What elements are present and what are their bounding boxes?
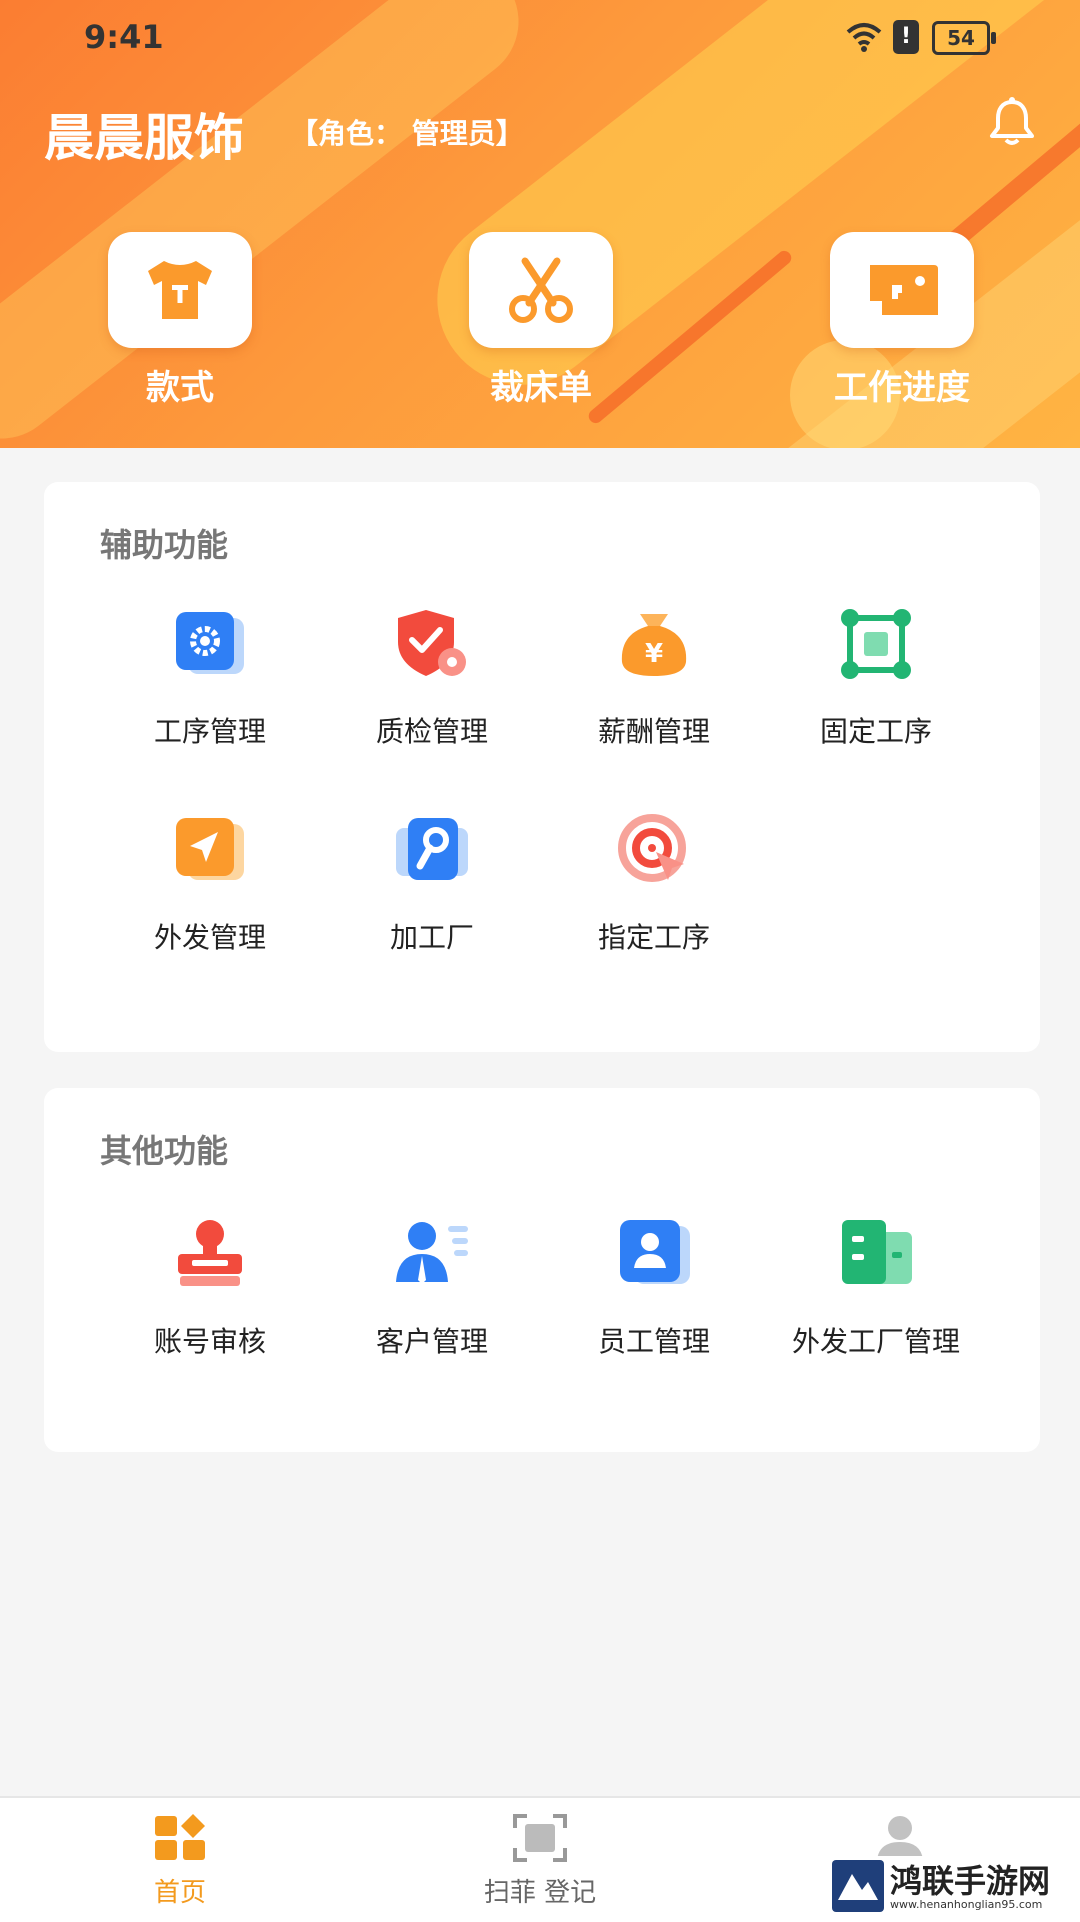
item-label: 账号审核: [153, 1325, 266, 1358]
item-label: 工序管理: [153, 715, 266, 748]
section-title: 辅助功能: [100, 526, 229, 564]
home-grid-icon: [155, 1814, 205, 1860]
section-title: 其他功能: [100, 1132, 229, 1170]
watermark-url: www.henanhonglian95.com: [890, 1898, 1043, 1911]
item-label: 质检管理: [375, 715, 488, 748]
grid-item-outsource-mgmt[interactable]: 外发管理: [100, 810, 320, 956]
item-label: 外发管理: [153, 921, 266, 954]
item-label: 固定工序: [819, 715, 932, 748]
shortcut-label: 款式: [146, 368, 214, 408]
header-banner: 9:41 ! 54 晨晨服饰 【角色： 管理员】 款式 裁床单 工作进度: [0, 0, 1080, 448]
role-label: 【角色： 管理员】: [290, 117, 524, 150]
nodes-icon: [841, 609, 911, 679]
watermark: 鸿联手游网 www.henanhonglian95.com: [832, 1856, 1076, 1916]
item-label: 外发工厂管理: [791, 1325, 960, 1358]
item-label: 指定工序: [597, 921, 710, 954]
item-label: 加工厂: [389, 921, 474, 954]
bell-icon[interactable]: [984, 94, 1040, 150]
svg-text:¥: ¥: [645, 639, 663, 669]
money-bag-icon: ¥: [621, 614, 687, 676]
grid-item-outsource-factory-mgmt[interactable]: 外发工厂管理: [766, 1214, 986, 1360]
grid-item-account-review[interactable]: 账号审核: [100, 1214, 320, 1360]
wifi-icon: [846, 22, 882, 60]
grid-item-process-mgmt[interactable]: 工序管理: [100, 604, 320, 750]
target-icon: [618, 814, 686, 882]
profile-icon: [877, 1816, 923, 1860]
tab-home[interactable]: 首页: [80, 1814, 280, 1909]
watermark-text: 鸿联手游网: [890, 1862, 1051, 1900]
grid-item-employee-mgmt[interactable]: 员工管理: [544, 1214, 764, 1360]
wrench-icon: [396, 818, 468, 880]
stamp-icon: [178, 1220, 242, 1286]
status-bar: 9:41 ! 54: [0, 14, 1080, 64]
grid-item-fixed-process[interactable]: 固定工序: [766, 604, 986, 750]
employee-card-icon: [620, 1220, 690, 1284]
tab-label: 扫菲 登记: [483, 1878, 597, 1908]
shortcut-work-progress[interactable]: 工作进度: [830, 232, 974, 409]
shield-check-icon: [398, 610, 466, 676]
tab-scan-register[interactable]: 扫菲 登记: [440, 1814, 640, 1909]
tab-label: 首页: [153, 1878, 206, 1908]
sewing-machine-icon: [830, 232, 974, 348]
watermark-logo-icon: [832, 1860, 884, 1912]
gear-icon: [176, 612, 244, 674]
item-label: 客户管理: [375, 1325, 488, 1358]
item-label: 员工管理: [597, 1325, 710, 1358]
send-icon: [176, 818, 244, 880]
shortcut-label: 裁床单: [490, 368, 592, 408]
grid-item-customer-mgmt[interactable]: 客户管理: [322, 1214, 542, 1360]
grid-item-salary-mgmt[interactable]: ¥ 薪酬管理: [544, 604, 764, 750]
scissors-icon: [469, 232, 613, 348]
factory-icon: [842, 1220, 912, 1284]
grid-item-assign-process[interactable]: 指定工序: [544, 810, 764, 956]
app-title: 晨晨服饰: [44, 109, 244, 167]
shortcut-style[interactable]: 款式: [108, 232, 252, 409]
battery-icon: 54: [932, 21, 996, 55]
scan-icon: [513, 1814, 567, 1862]
grid-item-quality-mgmt[interactable]: 质检管理: [322, 604, 542, 750]
status-time: 9:41: [84, 18, 164, 56]
aux-functions-card: 辅助功能 工序管理 质检管理 ¥ 薪酬管理 固定工序 外发管理 加工厂 指定工序: [44, 482, 1040, 1052]
tshirt-icon: [108, 232, 252, 348]
customer-icon: [396, 1222, 468, 1284]
grid-item-factory[interactable]: 加工厂: [322, 810, 542, 956]
item-label: 薪酬管理: [597, 715, 710, 748]
shortcut-cutting-list[interactable]: 裁床单: [469, 232, 613, 409]
other-functions-card: 其他功能 账号审核 客户管理 员工管理 外发工厂管理: [44, 1088, 1040, 1452]
shortcut-label: 工作进度: [834, 368, 970, 408]
alert-icon: !: [893, 20, 919, 54]
